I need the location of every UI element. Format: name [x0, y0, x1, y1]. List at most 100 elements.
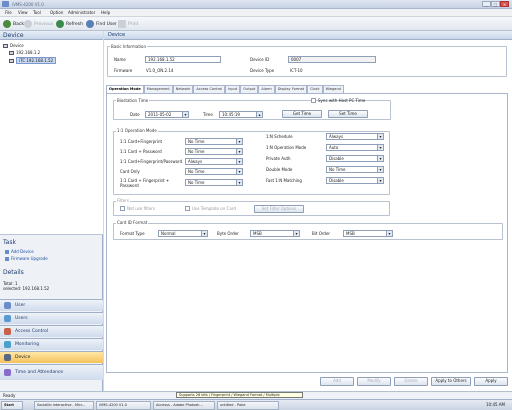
- name-field[interactable]: 192.168.1.52: [145, 56, 221, 63]
- device-icon: [9, 50, 14, 55]
- opmode-right-label-4: Double Mode: [266, 167, 293, 172]
- tab-output[interactable]: Output: [240, 85, 259, 93]
- opmode-select-3[interactable]: Always ▾: [185, 158, 243, 165]
- get-time-button[interactable]: Get Time: [282, 110, 322, 118]
- delete-button[interactable]: Delete: [394, 377, 428, 386]
- add-button[interactable]: Add: [320, 377, 354, 386]
- opmode-select-1[interactable]: No Time ▾: [185, 138, 243, 145]
- taskbar-item-4[interactable]: untitled - Paint: [217, 401, 279, 410]
- device-icon: [9, 58, 14, 63]
- apply-to-others-button[interactable]: Apply to Others: [431, 377, 471, 386]
- close-icon[interactable]: ×: [500, 1, 509, 7]
- add-device-link[interactable]: Add Device: [5, 249, 34, 254]
- tooltip: Supports 26 bits / Fingerprint / Wiegand…: [176, 392, 303, 398]
- set-filter-button[interactable]: Set Filter Options: [254, 205, 304, 213]
- details-selected: selected: 192.168.1.52: [3, 286, 50, 291]
- nav-users[interactable]: Users: [0, 312, 103, 324]
- tab-wiegand[interactable]: Wiegand: [322, 85, 344, 93]
- opmode-right-select-5[interactable]: Disable ▾: [326, 177, 384, 184]
- nav-user[interactable]: User: [0, 299, 103, 311]
- opmode-label-2: 1:1 Card + Password: [120, 149, 162, 154]
- chevron-down-icon: ▾: [377, 156, 383, 161]
- not-use-filter-checkbox[interactable]: [120, 206, 125, 211]
- date-picker[interactable]: 2011-05-02 ▾: [145, 111, 189, 118]
- opmode-right-label-5: Fast 1:N Matching: [266, 178, 302, 183]
- nav-monitoring[interactable]: Monitoring: [0, 338, 103, 350]
- menu-help[interactable]: Help: [101, 10, 110, 15]
- chevron-down-icon: ▾: [386, 231, 392, 236]
- window-title: iVMS-4200 V1.0: [12, 2, 44, 7]
- tab-operation-mode[interactable]: Operation Mode: [106, 85, 144, 93]
- device-id-label: Device ID: [250, 57, 270, 62]
- start-button[interactable]: Start: [1, 401, 23, 410]
- opmode-label-1: 1:1 Card+Fingerprint: [120, 139, 163, 144]
- bit-order-select[interactable]: MSB ▾: [343, 230, 393, 237]
- taskbar-item-1[interactable]: Sociallib Interactive - Micr...: [34, 401, 94, 410]
- device-tabs: Operation Mode Management Network Access…: [106, 85, 506, 93]
- modify-button[interactable]: Modify: [357, 377, 391, 386]
- card-id-title: Card ID Format: [116, 220, 149, 225]
- next-button[interactable]: Previous: [24, 19, 53, 29]
- maximize-icon[interactable]: □: [491, 1, 500, 7]
- date-label: Date: [130, 112, 140, 117]
- menu-file[interactable]: File: [5, 10, 12, 15]
- opmode-right-select-4[interactable]: No Time ▾: [326, 166, 384, 173]
- tree-item-device-2[interactable]: iTC 192.168.1.52: [9, 57, 57, 64]
- print-button[interactable]: Print: [118, 19, 138, 29]
- clock: 10:45 AM: [486, 402, 505, 407]
- menu-view[interactable]: View: [18, 10, 28, 15]
- format-type-select[interactable]: Normal ▾: [158, 230, 208, 237]
- opmode-right-select-3[interactable]: Disable ▾: [326, 155, 384, 162]
- opmode-right-select-2[interactable]: Auto ▾: [326, 144, 384, 151]
- details-header: Details: [3, 269, 24, 276]
- tab-alarm[interactable]: Alarm: [258, 85, 275, 93]
- format-type-label: Format Type: [120, 231, 145, 236]
- taskbar: Start Sociallib Interactive - Micr... iV…: [0, 399, 512, 410]
- tree-root[interactable]: Device: [3, 43, 24, 48]
- tab-management[interactable]: Management: [143, 85, 173, 93]
- chevron-down-icon: ▾: [201, 231, 207, 236]
- chevron-down-icon: ▾: [377, 167, 383, 172]
- tree-item-device-1[interactable]: 192.168.1.2: [9, 50, 40, 55]
- menu-administrator[interactable]: Administrator: [68, 10, 95, 15]
- menu-tool[interactable]: Tool: [33, 10, 41, 15]
- opmode-right-select-1[interactable]: Always ▾: [326, 133, 384, 140]
- taskbar-item-3[interactable]: Accesss - Adobe Photosh...: [153, 401, 215, 410]
- next-arrow-icon: [24, 20, 32, 28]
- minimize-icon[interactable]: _: [482, 1, 491, 7]
- spin-icon: ▴: [256, 112, 262, 117]
- nav-time-attendance[interactable]: Time and Attendance: [0, 364, 103, 380]
- not-use-filter-label: Not use filters: [127, 206, 156, 211]
- sync-label: Sync with Host PC Time: [318, 98, 366, 103]
- tab-clock[interactable]: Clock: [307, 85, 323, 93]
- tab-display-format[interactable]: Display Format: [274, 85, 308, 93]
- firmware-upgrade-link[interactable]: Firmware Upgrade: [5, 256, 48, 261]
- tab-input[interactable]: Input: [225, 85, 241, 93]
- nav-access-control[interactable]: Access Control: [0, 325, 103, 337]
- device-type-value: ICT-10: [290, 68, 303, 73]
- find-user-icon: [86, 20, 94, 28]
- firmware-label: Firmware: [114, 68, 133, 73]
- refresh-button[interactable]: Refresh: [56, 19, 83, 29]
- back-button[interactable]: Back: [3, 19, 24, 29]
- opmode-right-label-1: 1:N Schedule: [266, 134, 293, 139]
- menu-option[interactable]: Option: [50, 10, 63, 15]
- apply-button[interactable]: Apply: [474, 377, 508, 386]
- opmode-select-2[interactable]: No Time ▾: [185, 148, 243, 155]
- name-label: Name: [114, 57, 126, 62]
- byte-order-select[interactable]: MSB ▾: [250, 230, 300, 237]
- device-nav-icon: [4, 354, 11, 361]
- firmware-value: V1.0_ON.2.14: [146, 68, 174, 73]
- chevron-down-icon: ▾: [236, 159, 242, 164]
- sync-checkbox[interactable]: [311, 98, 316, 103]
- tab-access-control[interactable]: Access Control: [193, 85, 226, 93]
- time-picker[interactable]: 10:45:19 ▴: [219, 111, 263, 118]
- opmode-select-4[interactable]: No Time ▾: [185, 168, 243, 175]
- taskbar-item-2[interactable]: iVMS-4200 V1.0: [96, 401, 151, 410]
- find-user-button[interactable]: Find User: [86, 19, 117, 29]
- set-time-button[interactable]: Set Time: [328, 110, 368, 118]
- use-template-checkbox[interactable]: [185, 206, 190, 211]
- opmode-select-5[interactable]: No Time ▾: [185, 179, 243, 186]
- tab-network[interactable]: Network: [172, 85, 194, 93]
- nav-device[interactable]: Device: [0, 351, 103, 363]
